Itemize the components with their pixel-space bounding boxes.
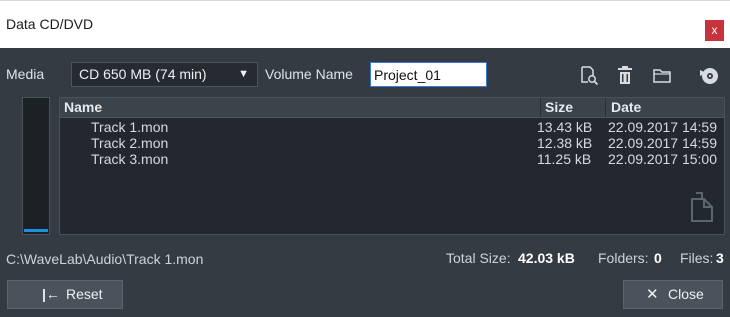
- folders-count: 0: [654, 250, 662, 266]
- reset-icon: |←: [42, 286, 60, 302]
- close-button[interactable]: ✕ Close: [623, 280, 723, 309]
- file-row[interactable]: Track 2.mon 12.38 kB 22.09.2017 14:59: [60, 135, 724, 151]
- close-button-label: Close: [668, 286, 704, 302]
- column-name[interactable]: Name: [64, 99, 102, 115]
- toolbar: Media CD 650 MB (74 min) ▼ Volume Name: [0, 62, 730, 88]
- file-row[interactable]: Track 1.mon 13.43 kB 22.09.2017 14:59: [60, 119, 724, 135]
- delete-icon[interactable]: [614, 64, 636, 86]
- volume-name-label: Volume Name: [265, 66, 353, 82]
- file-name: Track 3.mon: [91, 151, 169, 167]
- file-date: 22.09.2017 15:00: [608, 151, 717, 167]
- status-bar: C:\WaveLab\Audio\Track 1.mon Total Size:…: [0, 247, 730, 267]
- dropdown-arrow-icon: ▼: [238, 68, 249, 80]
- folders-label: Folders:: [598, 250, 649, 266]
- folder-icon[interactable]: [651, 64, 673, 86]
- total-size-label: Total Size:: [446, 250, 511, 266]
- window-title: Data CD/DVD: [6, 16, 94, 32]
- browse-file-icon[interactable]: [578, 64, 600, 86]
- media-dropdown[interactable]: CD 650 MB (74 min) ▼: [71, 62, 258, 87]
- file-name: Track 1.mon: [91, 119, 169, 135]
- disc-usage-meter: [22, 97, 50, 235]
- file-size: 11.25 kB: [537, 151, 592, 167]
- file-date: 22.09.2017 14:59: [608, 135, 717, 151]
- burn-disc-icon[interactable]: [698, 64, 720, 86]
- file-name: Track 2.mon: [91, 135, 169, 151]
- file-size: 13.43 kB: [537, 119, 593, 135]
- close-icon: ✕: [646, 286, 659, 303]
- column-size[interactable]: Size: [545, 99, 573, 115]
- volume-name-input[interactable]: [370, 62, 487, 87]
- column-divider[interactable]: [605, 98, 606, 117]
- file-list[interactable]: Name Size Date Track 1.mon 13.43 kB 22.0…: [59, 97, 725, 235]
- column-divider[interactable]: [540, 98, 541, 117]
- file-row[interactable]: Track 3.mon 11.25 kB 22.09.2017 15:00: [60, 151, 724, 167]
- media-dropdown-value: CD 650 MB (74 min): [79, 66, 207, 82]
- file-size: 12.38 kB: [537, 135, 593, 151]
- total-size-value: 42.03 kB: [518, 250, 575, 266]
- reset-button[interactable]: |← Reset: [7, 280, 123, 309]
- drop-file-icon: [686, 191, 716, 226]
- file-date: 22.09.2017 14:59: [608, 119, 717, 135]
- disc-usage-fill: [24, 229, 48, 232]
- file-path: C:\WaveLab\Audio\Track 1.mon: [6, 251, 204, 267]
- window-close-button[interactable]: x: [705, 20, 724, 41]
- reset-button-label: Reset: [66, 286, 103, 302]
- column-date[interactable]: Date: [611, 99, 641, 115]
- file-list-header: Name Size Date: [60, 98, 724, 118]
- dialog-body: Media CD 650 MB (74 min) ▼ Volume Name P…: [0, 48, 730, 317]
- files-label: Files:: [680, 250, 714, 266]
- title-bar: Data CD/DVD x: [0, 0, 730, 48]
- files-count: 3: [716, 250, 724, 266]
- media-label: Media: [6, 66, 45, 82]
